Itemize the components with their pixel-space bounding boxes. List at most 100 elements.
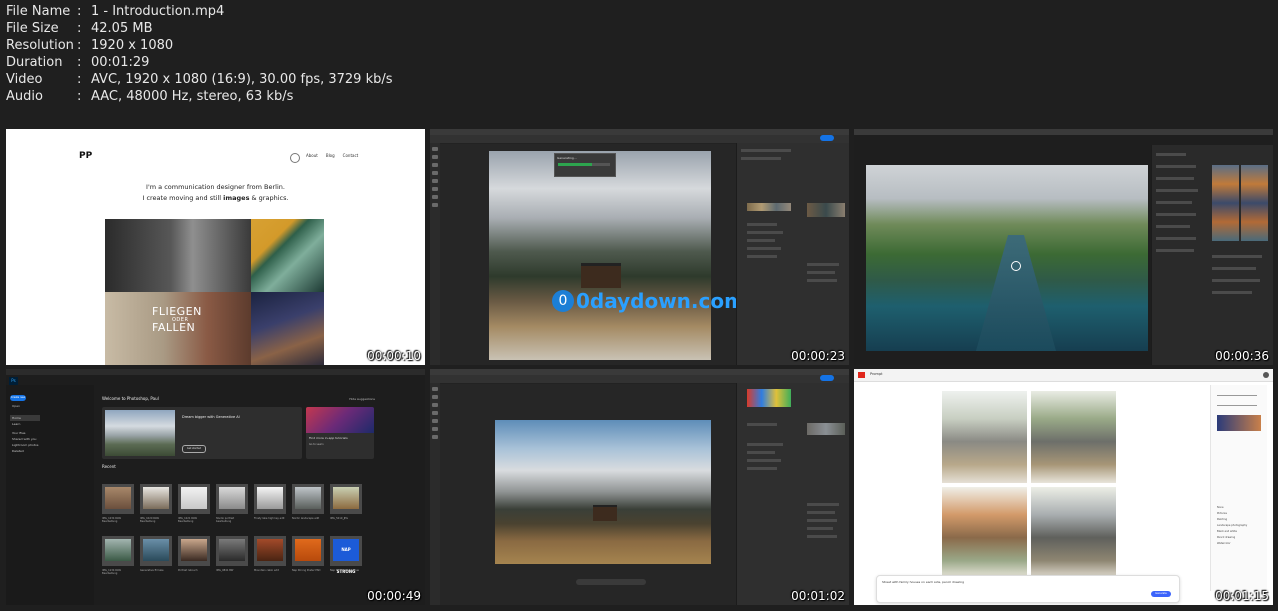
panel-row	[1212, 291, 1252, 294]
sidebar-item-deleted[interactable]: Deleted	[10, 448, 40, 454]
tutorial-learn-link[interactable]: Go to Learn	[306, 443, 374, 446]
collage-poster[interactable]: FLIEGEN ODER FALLEN	[105, 292, 251, 365]
tool-icon[interactable]	[432, 411, 438, 415]
reference-image[interactable]	[1217, 415, 1261, 431]
file-card[interactable]	[102, 536, 134, 566]
tool-icon[interactable]	[432, 435, 438, 439]
file-card[interactable]	[330, 484, 362, 514]
tool-icon[interactable]	[432, 187, 438, 191]
tool-icon[interactable]	[432, 387, 438, 391]
style-item[interactable]: Watercolor	[1217, 541, 1247, 547]
variation-thumbs[interactable]	[807, 423, 845, 435]
right-panels	[736, 383, 849, 605]
tool-icon[interactable]	[432, 195, 438, 199]
tool-icon[interactable]	[432, 427, 438, 431]
meta-row-file-name: File Name : 1 - Introduction.mp4	[6, 3, 393, 20]
file-card[interactable]	[216, 484, 248, 514]
site-intro: I'm a communication designer from Berlin…	[6, 182, 425, 204]
tutorial-card[interactable]: Find more in-app tutorials Go to Learn	[306, 407, 374, 459]
collage-photo-ocean[interactable]	[251, 219, 324, 292]
share-button[interactable]	[820, 375, 834, 381]
meta-separator: :	[77, 21, 82, 36]
thumbnail-5[interactable]: 00:01:02	[430, 369, 849, 605]
avatar[interactable]	[1263, 372, 1269, 378]
slider[interactable]	[1217, 395, 1257, 396]
generated-image-4[interactable]	[1031, 487, 1116, 579]
collage-photo-woman[interactable]	[105, 219, 251, 292]
prompt-bar[interactable]: Street with family houses on each side, …	[876, 575, 1180, 603]
tool-icon[interactable]	[432, 203, 438, 207]
welcome-title: Welcome to Photoshop, Paul	[102, 396, 159, 401]
canvas-image[interactable]	[866, 165, 1148, 351]
swatch-strip	[747, 203, 791, 211]
share-button[interactable]	[820, 135, 834, 141]
banner-image	[105, 410, 175, 456]
generated-image-3[interactable]	[942, 487, 1027, 579]
app-badge: Ps	[9, 377, 18, 385]
sidebar-item-learn[interactable]: Learn	[10, 421, 40, 427]
tool-icon[interactable]	[432, 395, 438, 399]
contextual-taskbar[interactable]	[576, 579, 646, 585]
meta-key: Audio	[6, 89, 43, 104]
thumbnail-4[interactable]: Ps Create new Open Home Learn Your files…	[6, 369, 425, 605]
nav-contact-link[interactable]: Contact	[343, 153, 359, 158]
meta-key: File Name	[6, 4, 71, 19]
site-logo: PP	[79, 151, 93, 161]
genai-banner[interactable]: Dream bigger with Generative AI Get star…	[102, 407, 302, 459]
open-button[interactable]: Open	[12, 404, 20, 408]
banner-get-started-button[interactable]: Get started	[182, 445, 206, 453]
file-card[interactable]	[216, 536, 248, 566]
file-thumbnail	[219, 539, 245, 561]
watermark-text: 0daydown.com	[576, 289, 745, 313]
file-label: Nap Strong Poster Blue	[330, 569, 359, 572]
file-card[interactable]	[292, 536, 324, 566]
thumbnail-1[interactable]: PP About Blog Contact I'm a communicatio…	[6, 129, 425, 365]
poster-word: FALLEN	[152, 321, 196, 334]
tutorial-image	[306, 407, 374, 433]
hide-suggestions-link[interactable]: Hide suggestions	[349, 397, 375, 401]
file-thumbnail	[295, 539, 321, 561]
slider[interactable]	[1217, 405, 1257, 406]
file-card[interactable]	[140, 536, 172, 566]
nav-blog-link[interactable]: Blog	[326, 153, 335, 158]
panel-row	[747, 467, 777, 470]
collage-photo-group[interactable]	[251, 292, 324, 365]
thumbnail-3[interactable]: 00:00:36	[854, 129, 1273, 365]
file-card[interactable]	[102, 484, 134, 514]
tool-icon[interactable]	[432, 155, 438, 159]
tool-icon[interactable]	[432, 163, 438, 167]
app-logo-icon	[858, 372, 865, 378]
panel-row	[807, 279, 837, 282]
generated-image-1[interactable]	[942, 391, 1027, 483]
file-card[interactable]	[178, 484, 210, 514]
file-card[interactable]	[292, 484, 324, 514]
canvas-image[interactable]	[495, 420, 711, 564]
generate-button[interactable]: Generate	[1151, 591, 1171, 597]
tool-icon[interactable]	[432, 403, 438, 407]
meta-key: Video	[6, 72, 43, 87]
canvas-image[interactable]	[489, 151, 711, 360]
intro-text: I create moving and still	[142, 194, 224, 202]
right-panels	[736, 143, 849, 365]
nav-about-link[interactable]: About	[306, 153, 318, 158]
file-card[interactable]	[254, 536, 286, 566]
preset-grid[interactable]	[1212, 165, 1268, 241]
create-new-button[interactable]: Create new	[10, 395, 26, 401]
file-card[interactable]: NAP STRONG	[330, 536, 362, 574]
generated-image-2[interactable]	[1031, 391, 1116, 483]
thumbnail-6[interactable]: Prompt Street with family houses on each…	[854, 369, 1273, 605]
panel-row	[747, 247, 781, 250]
tool-icon[interactable]	[432, 171, 438, 175]
panel-row	[807, 503, 839, 506]
tool-icon[interactable]	[432, 147, 438, 151]
doc-title: Prompt	[870, 372, 883, 376]
panel-row	[747, 231, 783, 234]
panel-row	[1156, 213, 1196, 216]
file-card[interactable]	[140, 484, 172, 514]
tool-icon[interactable]	[432, 419, 438, 423]
variation-thumbs[interactable]	[807, 203, 845, 217]
tool-icon[interactable]	[432, 179, 438, 183]
thumbnail-2[interactable]: Generating... 0 0daydown.com 00:00:23	[430, 129, 849, 365]
file-card[interactable]	[178, 536, 210, 566]
file-card[interactable]	[254, 484, 286, 514]
